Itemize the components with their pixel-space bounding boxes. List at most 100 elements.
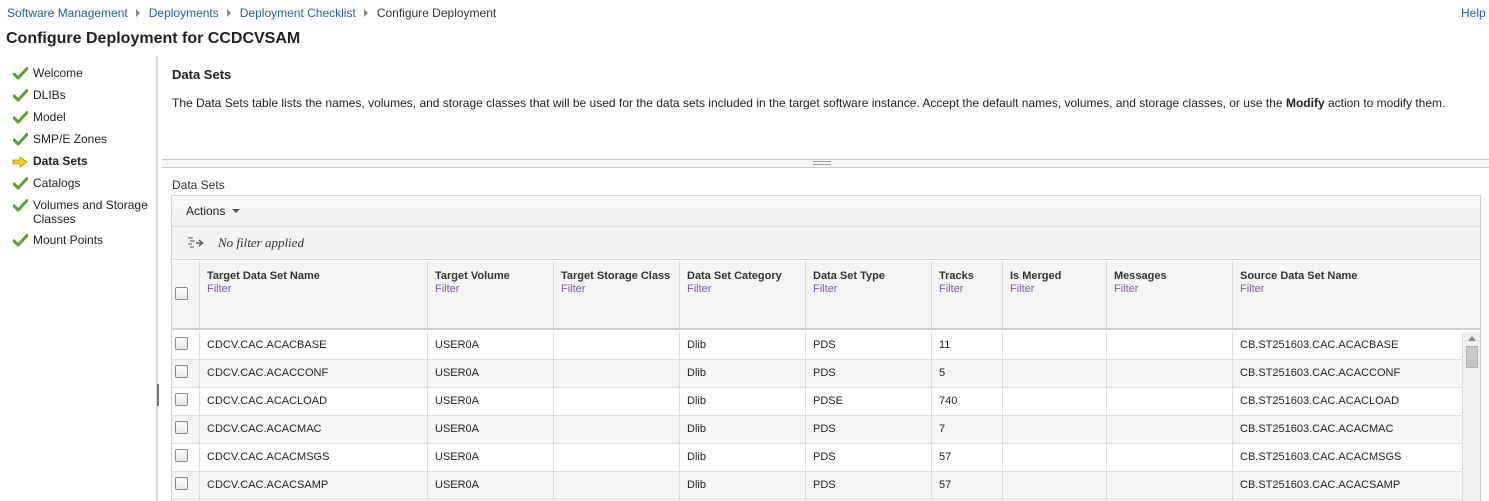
column-header-label[interactable]: Tracks	[939, 270, 1002, 282]
data-sets-table: Actions No filter applied Target Data Se…	[171, 195, 1481, 501]
breadcrumb-software-management[interactable]: Software Management	[7, 6, 128, 20]
cell-messages	[1107, 360, 1233, 387]
nav-item-catalogs[interactable]: Catalogs	[12, 176, 152, 191]
nav-item-label: Model	[33, 110, 66, 124]
filter-status-text: No filter applied	[218, 235, 304, 250]
cell-data-set-category: Dlib	[680, 472, 806, 499]
cell-tracks: 11	[932, 332, 1003, 359]
section-description: The Data Sets table lists the names, vol…	[172, 96, 1445, 110]
breadcrumb-deployment-checklist[interactable]: Deployment Checklist	[240, 6, 356, 20]
breadcrumb-current: Configure Deployment	[376, 6, 497, 20]
column-header-target-data-set-name[interactable]: Target Data Set Name Filter	[200, 261, 428, 328]
row-checkbox[interactable]	[175, 337, 188, 350]
column-header-target-storage-class[interactable]: Target Storage Class Filter	[554, 261, 680, 328]
cell-data-set-type: PDS	[806, 360, 932, 387]
cell-target-storage-class	[554, 416, 680, 443]
row-select-cell	[172, 472, 200, 499]
row-checkbox[interactable]	[175, 365, 188, 378]
column-header-is-merged[interactable]: Is Merged Filter	[1003, 261, 1107, 328]
column-header-messages[interactable]: Messages Filter	[1107, 261, 1233, 328]
column-header-label[interactable]: Target Data Set Name	[207, 270, 427, 282]
cell-is-merged	[1003, 332, 1107, 359]
column-header-target-volume[interactable]: Target Volume Filter	[428, 261, 554, 328]
cell-target-storage-class	[554, 388, 680, 415]
column-filter-link[interactable]: Filter	[813, 283, 931, 295]
column-filter-link[interactable]: Filter	[435, 283, 553, 295]
nav-item-volumes-and-storage-classes[interactable]: Volumes and Storage Classes	[12, 198, 152, 226]
column-filter-link[interactable]: Filter	[1010, 283, 1106, 295]
nav-item-label: Mount Points	[33, 233, 104, 247]
nav-item-label: SMP/E Zones	[33, 132, 108, 146]
column-header-label[interactable]: Messages	[1114, 270, 1232, 282]
nav-item-data-sets[interactable]: Data Sets	[12, 154, 152, 169]
column-filter-link[interactable]: Filter	[561, 283, 679, 295]
nav-item-welcome[interactable]: Welcome	[12, 66, 152, 81]
check-icon	[12, 132, 28, 147]
cell-target-volume: USER0A	[428, 332, 554, 359]
column-filter-link[interactable]: Filter	[687, 283, 805, 295]
nav-item-mount-points[interactable]: Mount Points	[12, 233, 152, 248]
check-icon	[12, 110, 28, 125]
column-filter-link[interactable]: Filter	[939, 283, 1002, 295]
cell-data-set-category: Dlib	[680, 416, 806, 443]
breadcrumb-separator-icon	[135, 9, 140, 17]
column-header-source-data-set-name[interactable]: Source Data Set Name Filter	[1233, 261, 1463, 328]
table-row[interactable]: CDCV.CAC.ACACSAMP USER0A Dlib PDS 57 CB.ST251…	[172, 472, 1462, 500]
column-filter-link[interactable]: Filter	[1114, 283, 1232, 295]
check-icon	[12, 198, 28, 213]
table-toolbar: Actions	[172, 196, 1480, 227]
cell-data-set-category: Dlib	[680, 388, 806, 415]
check-icon	[12, 176, 28, 191]
arrow-right-icon	[12, 154, 28, 169]
row-checkbox[interactable]	[175, 449, 188, 462]
column-header-label[interactable]: Target Volume	[435, 270, 553, 282]
row-checkbox[interactable]	[175, 477, 188, 490]
splitter-grip-icon[interactable]	[813, 161, 831, 165]
cell-target-data-set-name: CDCV.CAC.ACACMAC	[200, 416, 428, 443]
column-header-label[interactable]: Is Merged	[1010, 270, 1106, 282]
table-vertical-scrollbar[interactable]	[1462, 332, 1480, 501]
select-all-checkbox[interactable]	[175, 287, 188, 300]
filter-toggle-icon[interactable]	[187, 236, 205, 250]
table-row[interactable]: CDCV.CAC.ACACMAC USER0A Dlib PDS 7 CB.ST25160…	[172, 416, 1462, 444]
scroll-up-icon[interactable]	[1468, 336, 1476, 341]
row-select-cell	[172, 444, 200, 471]
column-header-data-set-type[interactable]: Data Set Type Filter	[806, 261, 932, 328]
column-header-label[interactable]: Data Set Type	[813, 270, 931, 282]
breadcrumb-separator-icon	[226, 9, 231, 17]
column-header-label[interactable]: Data Set Category	[687, 270, 805, 282]
column-filter-link[interactable]: Filter	[1240, 283, 1463, 295]
row-checkbox[interactable]	[175, 393, 188, 406]
panel-resize-handle[interactable]	[157, 384, 159, 406]
nav-item-label: DLIBs	[33, 88, 66, 102]
scroll-thumb[interactable]	[1466, 346, 1478, 368]
page-title: Configure Deployment for CCDCVSAM	[6, 30, 301, 47]
check-icon	[12, 66, 28, 81]
cell-target-data-set-name: CDCV.CAC.ACACLOAD	[200, 388, 428, 415]
help-link[interactable]: Help	[1461, 6, 1489, 20]
row-checkbox[interactable]	[175, 421, 188, 434]
table-row[interactable]: CDCV.CAC.ACACBASE USER0A Dlib PDS 11 CB.ST251…	[172, 332, 1462, 360]
cell-data-set-category: Dlib	[680, 332, 806, 359]
cell-target-storage-class	[554, 360, 680, 387]
table-row[interactable]: CDCV.CAC.ACACLOAD USER0A Dlib PDSE 740 CB.ST2…	[172, 388, 1462, 416]
nav-item-label: Catalogs	[33, 176, 81, 190]
breadcrumb-deployments[interactable]: Deployments	[149, 6, 219, 20]
table-row[interactable]: CDCV.CAC.ACACCONF USER0A Dlib PDS 5 CB.ST2516…	[172, 360, 1462, 388]
nav-item-smp-e-zones[interactable]: SMP/E Zones	[12, 132, 152, 147]
column-filter-link[interactable]: Filter	[207, 283, 427, 295]
select-all-header-cell	[172, 261, 200, 328]
column-header-data-set-category[interactable]: Data Set Category Filter	[680, 261, 806, 328]
cell-source-data-set-name: CB.ST251603.CAC.ACACMSGS	[1240, 451, 1402, 463]
cell-target-volume: USER0A	[428, 388, 554, 415]
nav-item-dlibs[interactable]: DLIBs	[12, 88, 152, 103]
column-header-label[interactable]: Source Data Set Name	[1240, 270, 1463, 282]
nav-item-model[interactable]: Model	[12, 110, 152, 125]
actions-menu-button[interactable]: Actions	[186, 204, 241, 218]
column-header-tracks[interactable]: Tracks Filter	[932, 261, 1003, 328]
table-caption: Data Sets	[172, 178, 225, 192]
table-row[interactable]: CDCV.CAC.ACACMSGS USER0A Dlib PDS 57 CB.ST251…	[172, 444, 1462, 472]
column-header-label[interactable]: Target Storage Class	[561, 270, 679, 282]
cell-target-volume: USER0A	[428, 416, 554, 443]
cell-target-data-set-name: CDCV.CAC.ACACCONF	[200, 360, 428, 387]
